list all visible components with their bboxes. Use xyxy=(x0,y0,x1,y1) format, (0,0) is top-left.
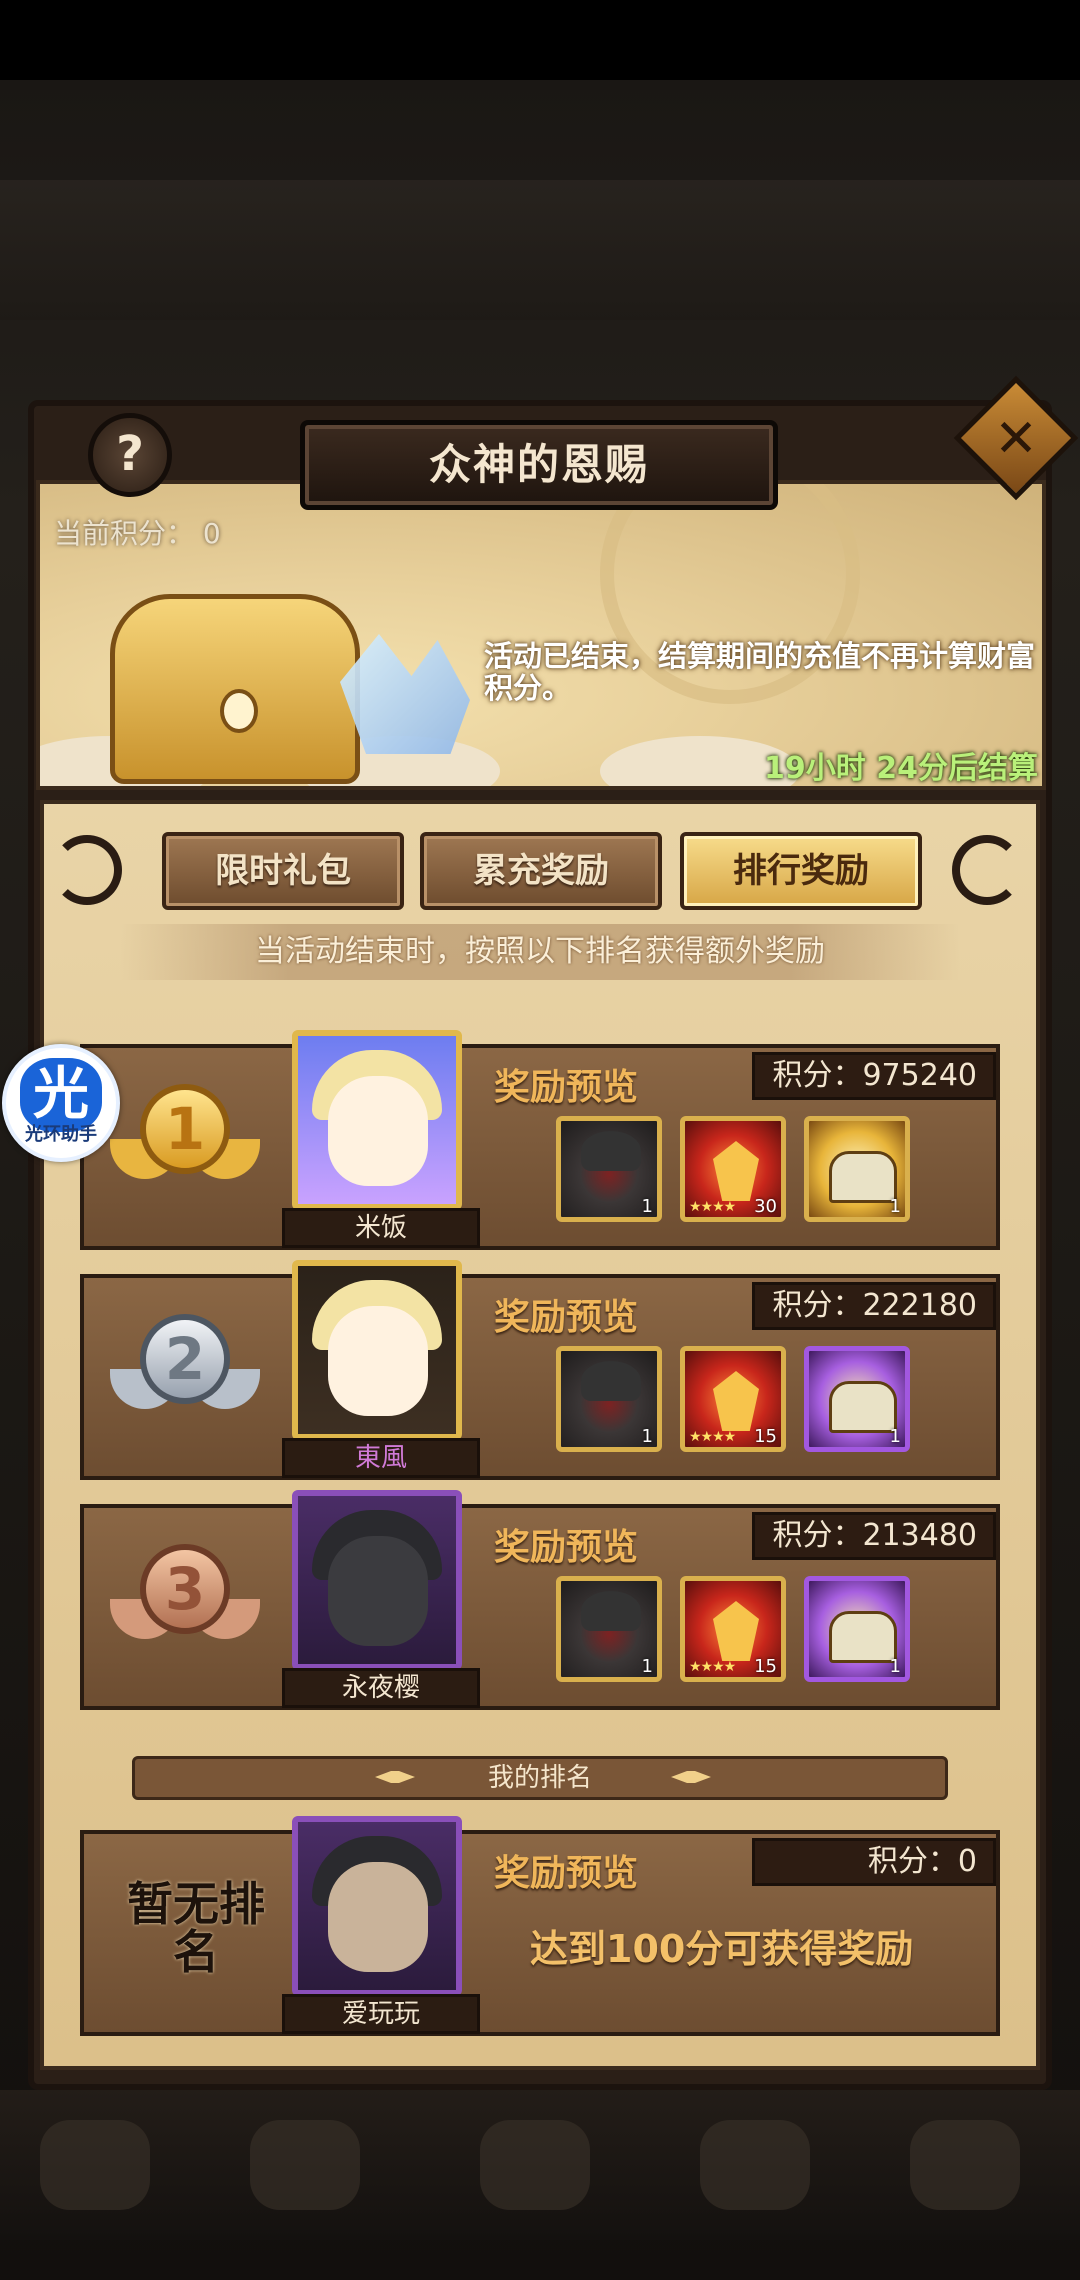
rune-icon[interactable]: ★★★★ 15 xyxy=(680,1576,786,1682)
player-name: 永夜樱 xyxy=(282,1668,480,1708)
avatar[interactable] xyxy=(292,1490,462,1670)
current-score: 当前积分： 0 xyxy=(54,517,221,550)
my-rank-row: 暂无排名 爱玩玩 奖励预览 积分：0 达到100分可获得奖励 xyxy=(80,1816,1000,2036)
no-rank-text: 暂无排名 xyxy=(127,1877,265,1979)
avatar[interactable] xyxy=(292,1816,462,1996)
helm-icon[interactable]: 1 xyxy=(556,1116,662,1222)
score-tag: 积分：0 xyxy=(752,1838,996,1886)
assistant-float-button[interactable]: 光 光环助手 xyxy=(2,1044,120,1162)
tab-recharge-reward[interactable]: 累充奖励 xyxy=(420,832,662,910)
my-rank-header: 我的排名 xyxy=(132,1756,948,1800)
score-tag: 积分：222180 xyxy=(752,1282,996,1330)
left-ornament-icon xyxy=(52,835,122,905)
silver-medal-icon: 2 xyxy=(110,1314,260,1444)
bronze-medal-icon: 3 xyxy=(110,1544,260,1674)
player-name: 東風 xyxy=(282,1438,480,1478)
helm-icon[interactable]: 1 xyxy=(556,1346,662,1452)
score-tag: 积分：213480 xyxy=(752,1512,996,1560)
tab-limited-pack[interactable]: 限时礼包 xyxy=(162,832,404,910)
question-icon[interactable]: ? xyxy=(88,413,172,497)
reward-preview-label: 奖励预览 xyxy=(494,1297,639,1338)
rune-icon[interactable]: ★★★★ 30 xyxy=(680,1116,786,1222)
avatar[interactable] xyxy=(292,1260,462,1440)
reward-hint: 达到100分可获得奖励 xyxy=(530,1927,914,1971)
blurred-top-bar xyxy=(0,180,1080,320)
player-name: 米饭 xyxy=(282,1208,480,1248)
helm-icon[interactable]: 1 xyxy=(556,1576,662,1682)
settlement-countdown: 19小时 24分后结算 xyxy=(764,751,1038,786)
rune-icon[interactable]: ★★★★ 15 xyxy=(680,1346,786,1452)
page-title: 众神的恩赐 xyxy=(300,420,778,510)
reward-preview-label: 奖励预览 xyxy=(494,1853,639,1894)
right-ornament-icon xyxy=(952,835,1022,905)
reward-preview-label: 奖励预览 xyxy=(494,1527,639,1568)
blurred-bottom-nav xyxy=(0,2090,1080,2240)
avatar[interactable] xyxy=(292,1030,462,1210)
purple-chest-icon[interactable]: 1 xyxy=(804,1576,910,1682)
rank-row-2: 2 東風 奖励预览 积分：222180 1 ★★★★ 15 1 xyxy=(80,1260,1000,1480)
score-tag: 积分：975240 xyxy=(752,1052,996,1100)
tab-ranking-reward[interactable]: 排行奖励 xyxy=(680,832,922,910)
event-ended-notice: 活动已结束，结算期间的充值不再计算财富积分。 xyxy=(484,639,1036,705)
gold-medal-icon: 1 xyxy=(110,1084,260,1214)
purple-chest-icon[interactable]: 1 xyxy=(804,1346,910,1452)
rank-row-1: 1 米饭 奖励预览 积分：975240 1 ★★★★ 30 1 xyxy=(80,1030,1000,1250)
reward-preview-label: 奖励预览 xyxy=(494,1067,639,1108)
rank-row-3: 3 永夜樱 奖励预览 积分：213480 1 ★★★★ 15 1 xyxy=(80,1490,1000,1710)
treasure-chest-icon xyxy=(110,594,360,784)
close-icon: ✕ xyxy=(994,409,1038,469)
player-name: 爱玩玩 xyxy=(282,1994,480,2034)
gold-chest-icon[interactable]: 1 xyxy=(804,1116,910,1222)
ranking-subtitle: 当活动结束时，按照以下排名获得额外奖励 xyxy=(120,924,960,980)
